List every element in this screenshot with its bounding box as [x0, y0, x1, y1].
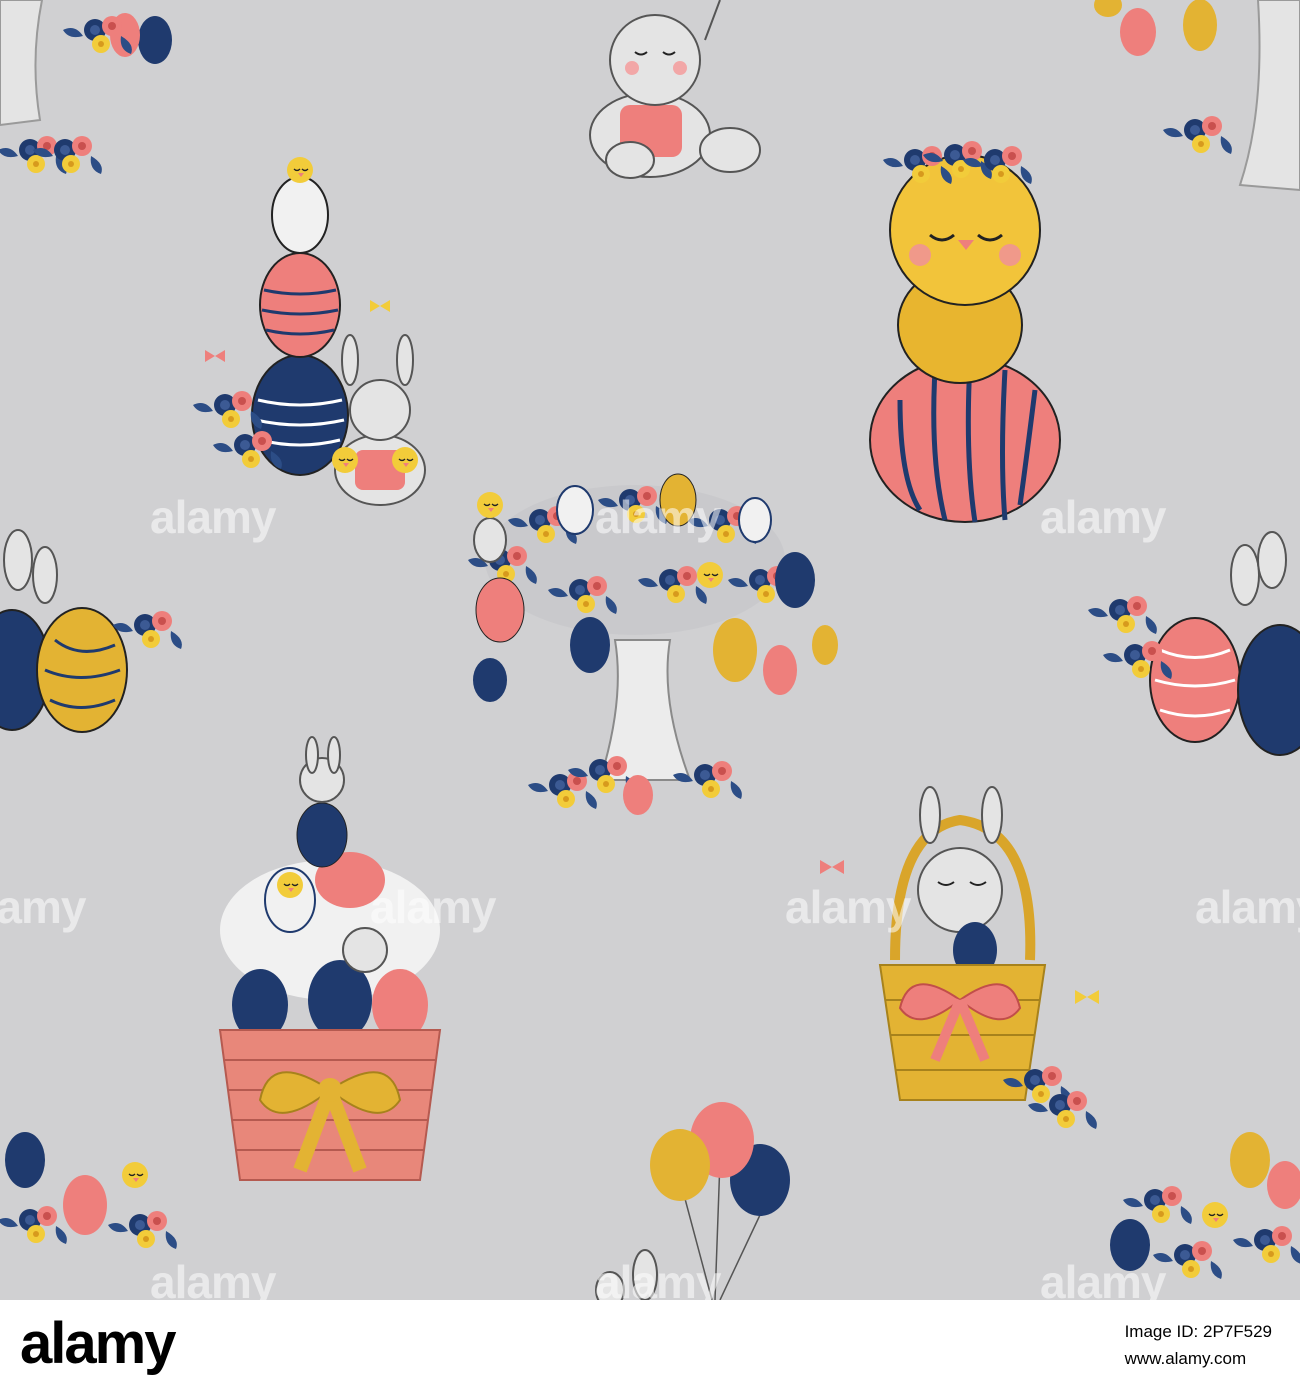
image-id: Image ID: 2P7F529 — [1124, 1322, 1272, 1341]
footer-bar: alamy Image ID: 2P7F529 www.alamy.com — [0, 1300, 1300, 1390]
watermark: alamy — [0, 881, 86, 933]
stock-image-page: alamy alamy alamy alamy alamy alamy alam… — [0, 0, 1300, 1390]
bunny-top-center — [589, 0, 761, 179]
watermark: alamy — [370, 881, 496, 933]
watermark: alamy — [595, 491, 721, 543]
stacked-eggs-bunny — [193, 156, 426, 506]
image-info: Image ID: 2P7F529 www.alamy.com — [1125, 1318, 1272, 1372]
site-link[interactable]: www.alamy.com — [1125, 1345, 1272, 1372]
watermark: alamy — [1040, 491, 1166, 543]
chick-on-egg — [869, 141, 1061, 523]
watermark: alamy — [1195, 881, 1300, 933]
easter-pattern-image: alamy alamy alamy alamy alamy alamy alam… — [0, 0, 1300, 1300]
watermark: alamy — [785, 881, 911, 933]
watermark: alamy — [1040, 1256, 1166, 1300]
brand-logo[interactable]: alamy — [20, 1310, 176, 1377]
tree-partial-top-right — [1094, 0, 1300, 192]
eggs-partial-left — [0, 529, 182, 733]
watermark: alamy — [150, 491, 276, 543]
bunny-basket-gold — [820, 786, 1099, 1129]
watermark: alamy — [595, 1256, 721, 1300]
flowers-partial-bottom-left — [0, 1132, 177, 1249]
egg-basket-pink — [218, 736, 442, 1181]
tree-partial-top-left — [0, 0, 172, 174]
eggs-partial-right — [1088, 531, 1300, 756]
pattern-illustration — [0, 0, 1300, 1300]
watermark: alamy — [150, 1256, 276, 1300]
